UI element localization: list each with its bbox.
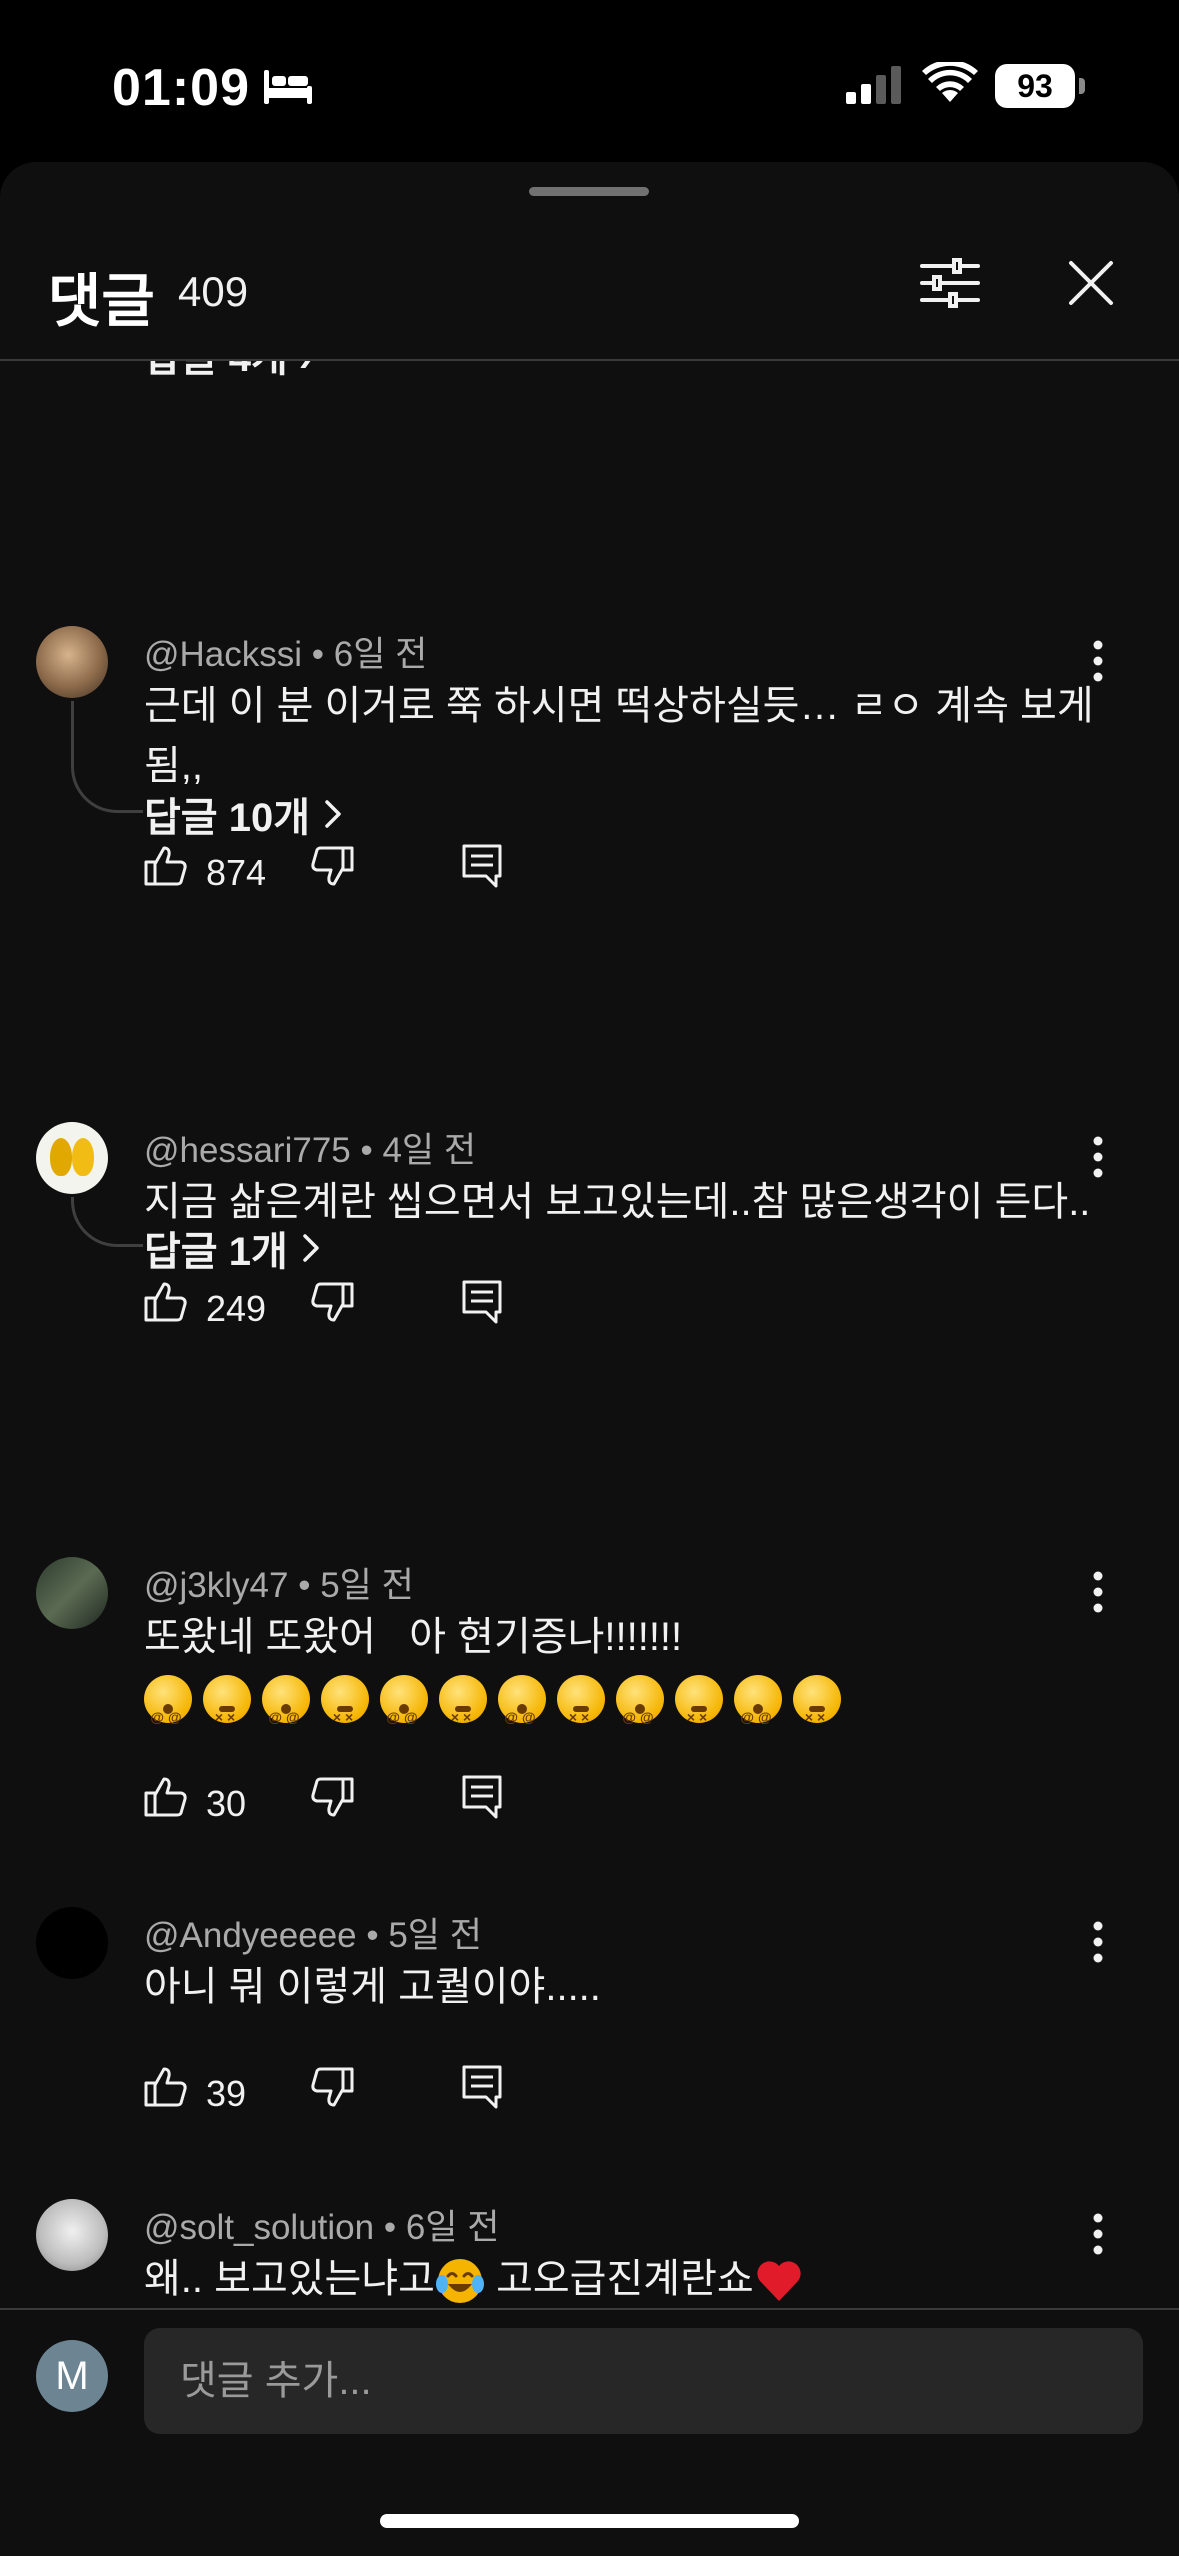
dislike-icon[interactable] [310,2065,354,2109]
close-icon[interactable] [1068,260,1114,306]
comment-meta: @hessari775 • 4일 전 [144,1131,477,1170]
crossed-eyes-face-emoji-icon: ×× [321,1675,369,1725]
thread-line [71,1197,143,1247]
like-icon[interactable] [144,1775,188,1819]
sort-filter-icon[interactable] [920,258,980,308]
home-indicator[interactable] [380,2514,799,2528]
avatar[interactable] [36,2199,108,2271]
dizzy-face-emoji-icon: @@ [498,1675,546,1725]
status-bar: 01:09 93 [0,0,1179,160]
replies-label: 답글 10개 [144,796,311,840]
like-icon[interactable] [144,1280,188,1324]
dizzy-face-emoji-icon: @@ [144,1675,192,1725]
user-avatar[interactable]: M [36,2340,108,2412]
comment-meta: @Hackssi • 6일 전 [144,635,428,674]
crossed-eyes-face-emoji-icon: ×× [439,1675,487,1725]
reply-icon[interactable] [462,1280,502,1324]
comment-age: 4일 전 [382,1131,477,1170]
drag-handle[interactable] [529,187,649,196]
comment-author[interactable]: @solt_solution [144,2208,374,2247]
comment-text: 또왔네 또왔어 아 현기증나!!!!!!! @@ ×× @@ ×× @@ ×× @@ ×× @@… [144,1607,1104,1727]
like-icon[interactable] [144,844,188,888]
wifi-icon [922,62,978,102]
comments-sheet: 댓글 409 답글 4개 › @Hackssi • 6일 전 근데 이 분 이거… [0,162,1179,2556]
dislike-icon[interactable] [310,844,354,888]
add-comment-input[interactable] [144,2328,1143,2434]
dislike-icon[interactable] [310,1775,354,1819]
comment-actions: 874 [144,844,544,904]
avatar[interactable] [36,1122,108,1194]
crossed-eyes-face-emoji-icon: ×× [793,1675,841,1725]
sheet-title: 댓글 [48,269,155,334]
comment-text-line: 또왔네 또왔어 아 현기증나!!!!!!! [144,1615,683,1659]
replies-link-cut[interactable]: 답글 4개 › [144,361,312,383]
crossed-eyes-face-emoji-icon: ×× [675,1675,723,1725]
comment-count: 409 [178,268,249,315]
chevron-right-icon [325,800,341,828]
emoji-line: @@ ×× @@ ×× @@ ×× @@ ×× @@ ×× @@ ×× [144,1667,1104,1727]
thread-line [71,701,143,813]
composer-divider [0,2308,1179,2310]
like-count: 39 [206,2073,247,2114]
dizzy-face-emoji-icon: @@ [734,1675,782,1725]
comment-age: 5일 전 [388,1916,482,1955]
comment-age: 6일 전 [405,2208,500,2247]
dislike-icon[interactable] [310,1280,354,1324]
comment-author[interactable]: @j3kly47 [144,1566,288,1605]
reply-icon[interactable] [462,2065,502,2109]
comment-actions: 249 [144,1280,544,1340]
avatar[interactable] [36,626,108,698]
like-icon[interactable] [144,2065,188,2109]
comment-text: 왜.. 보고있는냐고 고오급진계란쇼 [144,2249,1104,2309]
sleep-focus-icon [264,70,312,104]
chevron-right-icon [303,1234,319,1262]
reply-icon[interactable] [462,844,502,888]
comment-meta: @solt_solution • 6일 전 [144,2208,500,2247]
cellular-signal-icon [846,66,901,104]
dizzy-face-emoji-icon: @@ [262,1675,310,1725]
comment-meta: @j3kly47 • 5일 전 [144,1566,414,1605]
dizzy-face-emoji-icon: @@ [380,1675,428,1725]
like-count: 874 [206,852,267,893]
battery-tip [1079,78,1085,94]
replies-label: 답글 1개 [144,1230,288,1274]
red-heart-emoji-icon [757,2261,801,2302]
status-time: 01:09 [112,59,250,117]
comment-author[interactable]: @hessari775 [144,1131,351,1170]
like-count: 249 [206,1288,267,1329]
comment-text: 아니 뭐 이렇게 고퀄이야..... [144,1965,601,2009]
crossed-eyes-face-emoji-icon: ×× [203,1675,251,1725]
comment-text-part: 고오급진계란쇼 [484,2257,754,2301]
view-replies-link[interactable]: 답글 1개 [144,1219,320,1277]
comment-list: 답글 4개 › @Hackssi • 6일 전 근데 이 분 이거로 쭉 하시면… [0,361,1179,2309]
comment-age: 6일 전 [333,635,428,674]
crossed-eyes-face-emoji-icon: ×× [557,1675,605,1725]
comment-actions: 30 [144,1775,544,1835]
battery-indicator: 93 [995,64,1075,108]
avatar[interactable] [36,1907,108,1979]
comment-author[interactable]: @Andyeeeee [144,1916,357,1955]
comment-text: 근데 이 분 이거로 쭉 하시면 떡상하실듯… ㄹㅇ 계속 보게 됨,, [144,684,1094,788]
dizzy-face-emoji-icon: @@ [616,1675,664,1725]
tears-of-joy-emoji-icon [435,2259,484,2304]
comment-text-part: 왜.. 보고있는냐고 [144,2257,435,2301]
avatar[interactable] [36,1557,108,1629]
reply-icon[interactable] [462,1775,502,1819]
comment-actions: 39 [144,2065,544,2125]
view-replies-link[interactable]: 답글 10개 [144,785,342,843]
like-count: 30 [206,1783,247,1824]
comment-age: 5일 전 [320,1566,414,1605]
comment-meta: @Andyeeeee • 5일 전 [144,1916,482,1955]
comment-author[interactable]: @Hackssi [144,635,302,674]
